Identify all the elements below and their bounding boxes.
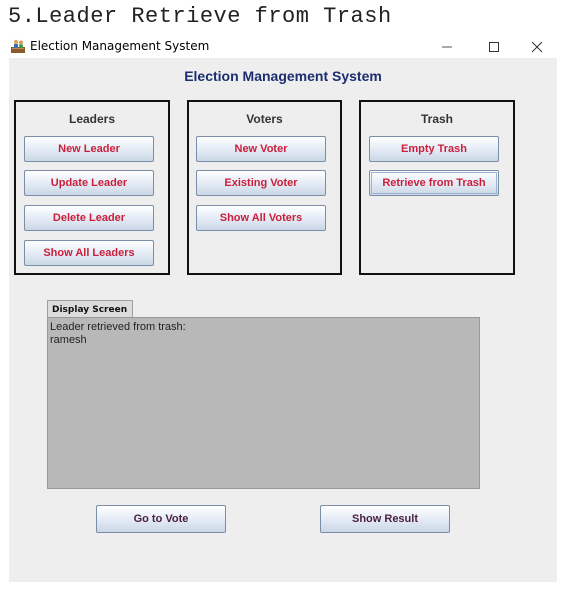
close-button[interactable]	[517, 35, 557, 58]
app-title: Election Management System	[184, 68, 382, 84]
title-bar: Election Management System	[9, 35, 557, 58]
minimize-icon	[442, 46, 452, 47]
section-caption: 5.Leader Retrieve from Trash	[8, 4, 392, 29]
minimize-button[interactable]	[427, 35, 467, 58]
maximize-icon	[489, 41, 499, 52]
show-all-voters-button[interactable]: Show All Voters	[196, 205, 326, 231]
close-icon	[531, 41, 543, 52]
display-line: Leader retrieved from trash:	[50, 321, 186, 333]
voters-panel: Voters New Voter Existing Voter Show All…	[187, 100, 342, 275]
display-line: ramesh	[50, 334, 87, 346]
leaders-panel-title: Leaders	[68, 112, 116, 126]
empty-trash-button[interactable]: Empty Trash	[369, 136, 499, 162]
trash-panel-title: Trash	[420, 112, 453, 126]
display-screen: Leader retrieved from trash: ramesh	[47, 317, 480, 489]
go-to-vote-button[interactable]: Go to Vote	[96, 505, 226, 533]
app-window: Election Management System Election Mana…	[9, 35, 557, 582]
show-all-leaders-button[interactable]: Show All Leaders	[24, 240, 154, 266]
new-voter-button[interactable]: New Voter	[196, 136, 326, 162]
show-result-button[interactable]: Show Result	[320, 505, 450, 533]
trash-panel: Trash Empty Trash Retrieve from Trash	[359, 100, 515, 275]
update-leader-button[interactable]: Update Leader	[24, 170, 154, 196]
voters-panel-title: Voters	[246, 112, 283, 126]
display-screen-tab[interactable]: Display Screen	[47, 300, 133, 318]
app-icon	[11, 39, 25, 53]
window-title: Election Management System	[30, 39, 210, 53]
new-leader-button[interactable]: New Leader	[24, 136, 154, 162]
retrieve-from-trash-button[interactable]: Retrieve from Trash	[369, 170, 499, 196]
maximize-button[interactable]	[474, 35, 514, 58]
leaders-panel: Leaders New Leader Update Leader Delete …	[14, 100, 170, 275]
delete-leader-button[interactable]: Delete Leader	[24, 205, 154, 231]
existing-voter-button[interactable]: Existing Voter	[196, 170, 326, 196]
